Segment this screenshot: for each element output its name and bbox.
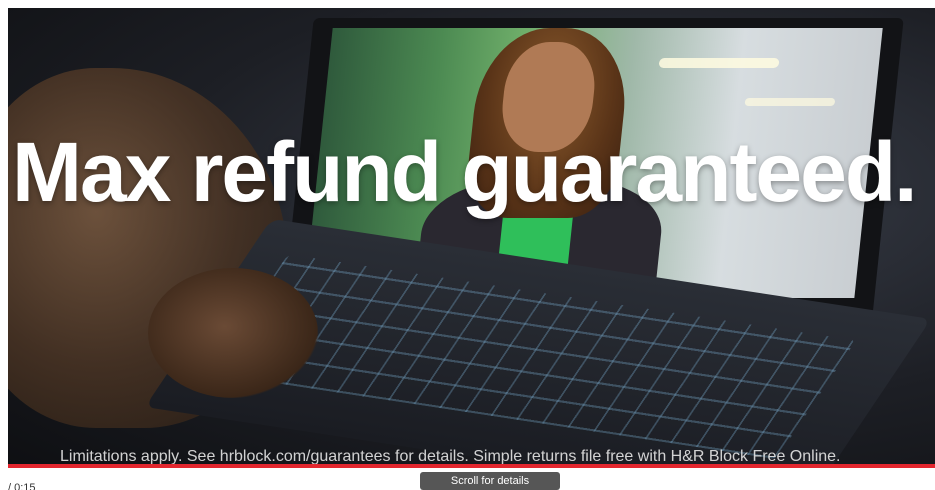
- scroll-for-details-button[interactable]: Scroll for details: [420, 472, 560, 490]
- hand-image: [148, 268, 318, 398]
- time-display: / 0:15: [8, 482, 36, 490]
- video-player[interactable]: Max refund guaranteed. Limitations apply…: [0, 0, 935, 490]
- video-frame[interactable]: [8, 8, 935, 470]
- ceiling-light: [658, 58, 780, 68]
- ad-headline: Max refund guaranteed.: [12, 125, 918, 219]
- ceiling-light: [744, 98, 836, 106]
